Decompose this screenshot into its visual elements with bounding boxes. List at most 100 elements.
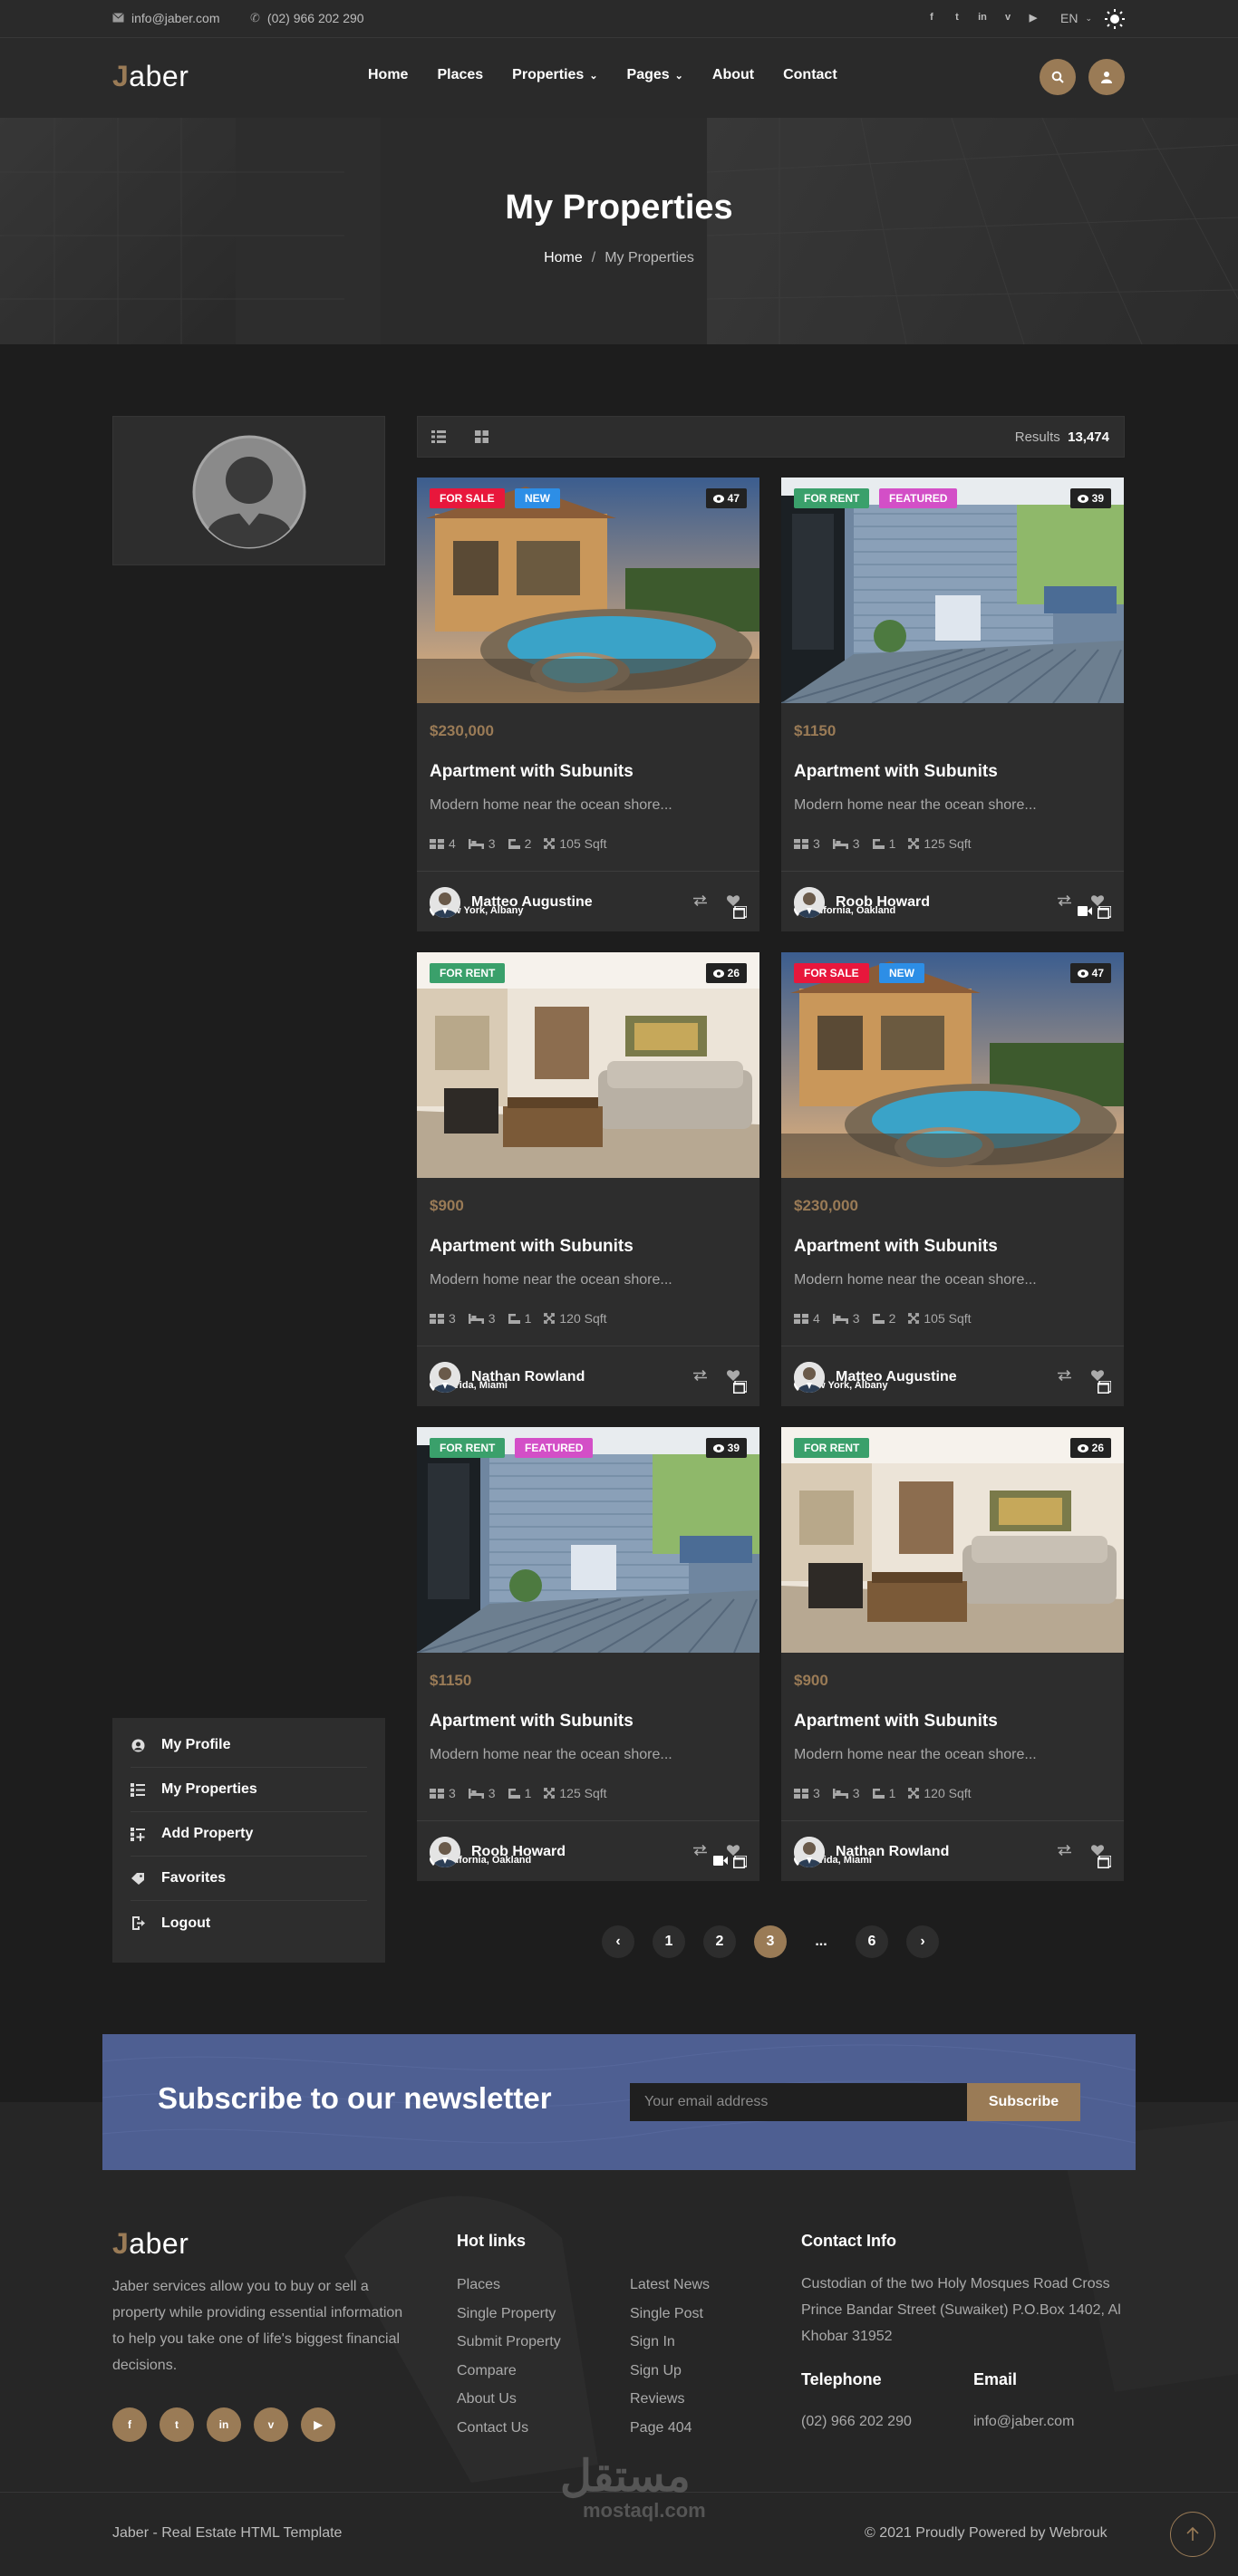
footer-link[interactable]: Places bbox=[457, 2277, 500, 2293]
photos-icon[interactable] bbox=[1098, 906, 1111, 919]
footer-link[interactable]: Sign In bbox=[630, 2334, 675, 2350]
subscribe-button[interactable]: Subscribe bbox=[967, 2083, 1080, 2121]
heart-icon[interactable] bbox=[727, 895, 740, 906]
footer-link[interactable]: Single Property bbox=[457, 2306, 556, 2322]
property-card[interactable]: FOR SALE NEW 47 New York, Albany $230,000… bbox=[781, 952, 1124, 1406]
agent-info[interactable]: Matteo Augustine bbox=[794, 1362, 957, 1393]
photos-icon[interactable] bbox=[1098, 1856, 1111, 1868]
menu-my-profile[interactable]: My Profile bbox=[131, 1723, 367, 1768]
footer-link[interactable]: Compare bbox=[457, 2363, 517, 2379]
agent-info[interactable]: Nathan Rowland bbox=[430, 1362, 585, 1393]
heart-icon[interactable] bbox=[1091, 1370, 1104, 1381]
twitter-icon[interactable]: t bbox=[950, 10, 964, 24]
breadcrumb-home[interactable]: Home bbox=[544, 250, 583, 265]
heart-icon[interactable] bbox=[1091, 895, 1104, 906]
youtube-icon[interactable]: ▶ bbox=[1026, 10, 1040, 24]
agent-info[interactable]: Roob Howard bbox=[430, 1837, 566, 1867]
property-image[interactable] bbox=[781, 1427, 1124, 1653]
compare-icon[interactable] bbox=[1058, 895, 1071, 906]
nav-home[interactable]: Home bbox=[368, 67, 408, 83]
heart-icon[interactable] bbox=[1091, 1845, 1104, 1856]
facebook-icon[interactable]: f bbox=[924, 10, 939, 24]
property-image[interactable] bbox=[417, 1427, 759, 1653]
footer-link[interactable]: Latest News bbox=[630, 2277, 710, 2293]
menu-add-property[interactable]: Add Property bbox=[131, 1812, 367, 1857]
youtube-icon[interactable]: ▶ bbox=[301, 2407, 335, 2442]
property-card[interactable]: FOR SALE NEW 47 New York, Albany $230,000… bbox=[417, 478, 759, 931]
property-title[interactable]: Apartment with Subunits bbox=[794, 1237, 998, 1257]
newsletter-email-input[interactable]: Your email address bbox=[630, 2083, 967, 2121]
property-title[interactable]: Apartment with Subunits bbox=[430, 1712, 634, 1732]
menu-my-properties[interactable]: My Properties bbox=[131, 1768, 367, 1812]
video-icon[interactable] bbox=[713, 1856, 728, 1866]
footer-link[interactable]: About Us bbox=[457, 2391, 517, 2407]
agent-info[interactable]: Nathan Rowland bbox=[794, 1837, 949, 1867]
property-image[interactable] bbox=[417, 952, 759, 1178]
compare-icon[interactable] bbox=[693, 1370, 707, 1381]
photos-icon[interactable] bbox=[733, 906, 747, 919]
pagination-page[interactable]: 6 bbox=[856, 1925, 888, 1958]
back-to-top-button[interactable] bbox=[1170, 2512, 1215, 2557]
footer-link[interactable]: Submit Property bbox=[457, 2334, 561, 2350]
property-card[interactable]: FOR RENT 26 Florida, Miami $900 Apartmen… bbox=[781, 1427, 1124, 1881]
footer-link[interactable]: Contact Us bbox=[457, 2420, 528, 2436]
footer-logo[interactable]: Jaber bbox=[112, 2227, 189, 2261]
property-title[interactable]: Apartment with Subunits bbox=[430, 762, 634, 782]
pagination-next[interactable]: › bbox=[906, 1925, 939, 1958]
search-button[interactable] bbox=[1040, 59, 1076, 95]
language-selector[interactable]: EN ⌄ bbox=[1060, 11, 1092, 25]
pagination-page[interactable]: 1 bbox=[653, 1925, 685, 1958]
pagination-page-active[interactable]: 3 bbox=[754, 1925, 787, 1958]
property-title[interactable]: Apartment with Subunits bbox=[794, 762, 998, 782]
property-image[interactable] bbox=[781, 478, 1124, 703]
footer-link[interactable]: Single Post bbox=[630, 2306, 703, 2322]
property-image[interactable] bbox=[417, 478, 759, 703]
property-card[interactable]: FOR RENT FEATURED 39 California, Oakland … bbox=[781, 478, 1124, 931]
compare-icon[interactable] bbox=[1058, 1845, 1071, 1856]
video-icon[interactable] bbox=[1078, 906, 1092, 916]
site-logo[interactable]: Jaber bbox=[112, 60, 189, 93]
footer-email[interactable]: info@jaber.com bbox=[973, 2414, 1074, 2430]
compare-icon[interactable] bbox=[693, 1845, 707, 1856]
property-card[interactable]: FOR RENT 26 Florida, Miami $900 Apartmen… bbox=[417, 952, 759, 1406]
pagination-prev[interactable]: ‹ bbox=[602, 1925, 634, 1958]
compare-icon[interactable] bbox=[693, 895, 707, 906]
heart-icon[interactable] bbox=[727, 1845, 740, 1856]
photos-icon[interactable] bbox=[1098, 1381, 1111, 1394]
menu-logout[interactable]: Logout bbox=[131, 1901, 367, 1945]
footer-link[interactable]: Page 404 bbox=[630, 2420, 692, 2436]
footer-telephone[interactable]: (02) 966 202 290 bbox=[801, 2414, 912, 2430]
photos-icon[interactable] bbox=[733, 1856, 747, 1868]
menu-favorites[interactable]: Favorites bbox=[131, 1857, 367, 1901]
grid-view-icon[interactable] bbox=[475, 430, 488, 443]
nav-pages[interactable]: Pages ⌄ bbox=[627, 67, 683, 83]
agent-info[interactable]: Matteo Augustine bbox=[430, 887, 593, 918]
footer-link[interactable]: Reviews bbox=[630, 2391, 684, 2407]
property-image[interactable] bbox=[781, 952, 1124, 1178]
facebook-icon[interactable]: f bbox=[112, 2407, 147, 2442]
photos-icon[interactable] bbox=[733, 1381, 747, 1394]
vimeo-icon[interactable]: v bbox=[1001, 10, 1015, 24]
property-title[interactable]: Apartment with Subunits bbox=[430, 1237, 634, 1257]
property-card[interactable]: FOR RENT FEATURED 39 California, Oakland … bbox=[417, 1427, 759, 1881]
topbar-email[interactable]: info@jaber.com bbox=[112, 11, 219, 25]
nav-places[interactable]: Places bbox=[437, 67, 483, 83]
feature-baths-value: 3 bbox=[488, 1786, 496, 1800]
vimeo-icon[interactable]: v bbox=[254, 2407, 288, 2442]
nav-properties[interactable]: Properties ⌄ bbox=[512, 67, 597, 83]
pagination-page[interactable]: 2 bbox=[703, 1925, 736, 1958]
footer-link[interactable]: Sign Up bbox=[630, 2363, 682, 2379]
list-view-icon[interactable] bbox=[431, 430, 446, 443]
compare-icon[interactable] bbox=[1058, 1370, 1071, 1381]
linkedin-icon[interactable]: in bbox=[207, 2407, 241, 2442]
nav-contact[interactable]: Contact bbox=[783, 67, 837, 83]
topbar-phone[interactable]: ✆ (02) 966 202 290 bbox=[250, 11, 364, 25]
property-title[interactable]: Apartment with Subunits bbox=[794, 1712, 998, 1732]
linkedin-icon[interactable]: in bbox=[975, 10, 990, 24]
account-button[interactable] bbox=[1088, 59, 1125, 95]
twitter-icon[interactable]: t bbox=[160, 2407, 194, 2442]
agent-info[interactable]: Roob Howard bbox=[794, 887, 930, 918]
heart-icon[interactable] bbox=[727, 1370, 740, 1381]
theme-toggle-icon[interactable] bbox=[1104, 8, 1126, 33]
nav-about[interactable]: About bbox=[712, 67, 754, 83]
